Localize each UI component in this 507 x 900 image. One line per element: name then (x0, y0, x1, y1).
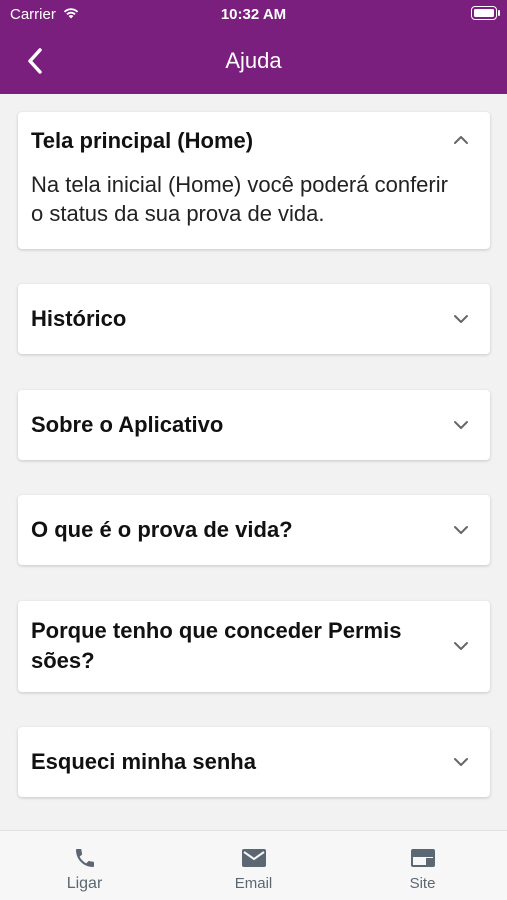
tab-ligar[interactable]: Ligar (0, 831, 169, 900)
faq-item-title: Histórico (31, 306, 127, 331)
faq-item-title: O que é o prova de vida? (31, 517, 293, 542)
bottom-tab-bar: Ligar Email Site (0, 830, 507, 900)
faq-item-historico[interactable]: Histórico (18, 284, 490, 354)
faq-item-body: Na tela inicial (Home) você poderá confe… (31, 172, 448, 226)
chevron-down-icon[interactable] (452, 313, 470, 325)
faq-item-home[interactable]: Tela principal (Home) Na tela inicial (H… (18, 112, 490, 249)
faq-item-prova-de-vida[interactable]: O que é o prova de vida? (18, 495, 490, 565)
tab-email[interactable]: Email (169, 831, 338, 900)
faq-item-title: Sobre o Aplicativo (31, 412, 224, 437)
web-icon (410, 849, 435, 867)
faq-item-title: Esqueci minha senha (31, 749, 256, 774)
status-bar: Carrier 10:32 AM (0, 0, 507, 28)
chevron-down-icon[interactable] (452, 756, 470, 768)
tab-label: Site (409, 875, 436, 892)
phone-icon (75, 849, 94, 867)
faq-item-permissoes[interactable]: Porque tenho que conceder Permis sões? (18, 601, 490, 692)
tab-label: Email (234, 875, 273, 892)
tab-label: Ligar (66, 875, 103, 892)
faq-item-sobre[interactable]: Sobre o Aplicativo (18, 390, 490, 460)
nav-bar: Ajuda (0, 28, 507, 94)
faq-item-title: Porque tenho que conceder Permis sões? (31, 618, 402, 673)
faq-list: Tela principal (Home) Na tela inicial (H… (0, 94, 507, 830)
battery-icon (471, 6, 500, 20)
faq-item-title: Tela principal (Home) (31, 128, 254, 153)
faq-item-senha[interactable]: Esqueci minha senha (18, 727, 490, 797)
status-time: 10:32 AM (220, 6, 287, 23)
mail-icon (241, 849, 266, 867)
chevron-down-icon[interactable] (452, 419, 470, 431)
chevron-up-icon[interactable] (452, 134, 470, 146)
tab-site[interactable]: Site (338, 831, 507, 900)
app-header: Carrier 10:32 AM Ajuda (0, 0, 507, 94)
page-title: Ajuda (225, 48, 282, 73)
chevron-down-icon[interactable] (452, 524, 470, 536)
chevron-down-icon[interactable] (452, 640, 470, 652)
